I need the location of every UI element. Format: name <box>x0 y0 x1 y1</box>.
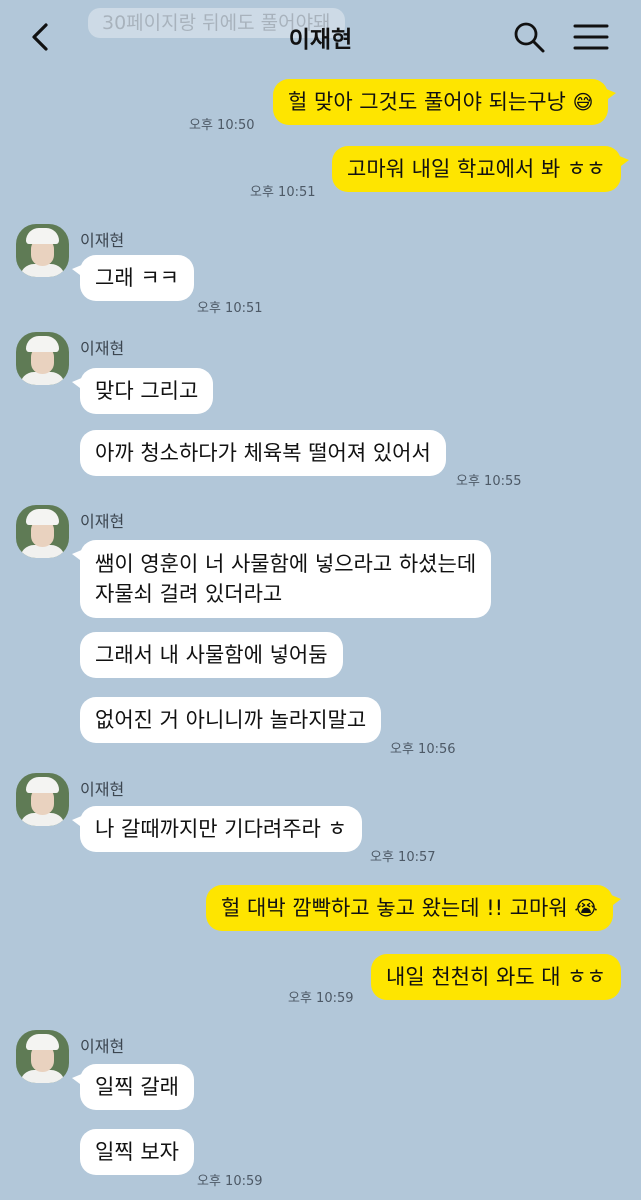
message-text: 고마워 내일 학교에서 봐 ㅎㅎ <box>347 157 606 181</box>
sender-name: 이재현 <box>80 339 125 358</box>
chat-header: 30페이지랑 뒤에도 풀어야돼 이재현 <box>0 0 641 74</box>
other-message-bubble[interactable]: 일찍 갈래 <box>72 1064 194 1110</box>
loudly-crying-emoji: 😭 <box>574 896 598 920</box>
message-text: 헐 맞아 그것도 풀어야 되는구낭 <box>288 90 566 114</box>
search-icon[interactable] <box>512 20 546 54</box>
other-message-bubble[interactable]: 쌤이 영훈이 너 사물함에 넣으라고 하셨는데 자물쇠 걸려 있더라고 <box>71 540 492 618</box>
message-text: 그래 ㅋㅋ <box>95 266 179 290</box>
message-time: 오후 10:59 <box>288 991 354 1006</box>
message-text: 헐 대박 깜빡하고 놓고 왔는데 !! 고마워 <box>221 896 568 920</box>
sender-name: 이재현 <box>80 231 125 250</box>
menu-icon[interactable] <box>572 21 610 53</box>
message-text: 내일 천천히 와도 대 ㅎㅎ <box>386 965 606 989</box>
my-message-bubble[interactable]: 고마워 내일 학교에서 봐 ㅎㅎ <box>332 146 629 192</box>
avatar[interactable] <box>16 224 69 277</box>
message-text: 맞다 그리고 <box>95 379 199 403</box>
message-text-line: 쌤이 영훈이 너 사물함에 넣으라고 하셨는데 <box>95 552 477 576</box>
sweat-smile-emoji: 😅 <box>572 90 594 114</box>
other-message-bubble[interactable]: 그래서 내 사물함에 넣어둠 <box>80 632 343 678</box>
sender-name: 이재현 <box>80 1037 125 1056</box>
other-message-bubble[interactable]: 아까 청소하다가 체육복 떨어져 있어서 <box>80 430 446 476</box>
other-message-bubble[interactable]: 일찍 보자 <box>80 1129 194 1175</box>
message-time: 오후 10:57 <box>370 850 436 865</box>
other-message-bubble[interactable]: 없어진 거 아니니까 놀라지말고 <box>80 697 382 743</box>
message-text: 나 갈때까지만 기다려주라 ㅎ <box>95 817 347 841</box>
other-message-bubble[interactable]: 나 갈때까지만 기다려주라 ㅎ <box>72 806 362 852</box>
message-text: 아까 청소하다가 체육복 떨어져 있어서 <box>95 441 431 465</box>
sender-name: 이재현 <box>80 780 125 799</box>
message-text: 일찍 보자 <box>95 1140 179 1164</box>
other-message-bubble[interactable]: 맞다 그리고 <box>71 368 214 414</box>
my-message-bubble[interactable]: 내일 천천히 와도 대 ㅎㅎ <box>371 954 621 1000</box>
my-message-bubble[interactable]: 헐 대박 깜빡하고 놓고 왔는데 !! 고마워 😭 <box>206 885 621 931</box>
other-message-bubble[interactable]: 그래 ㅋㅋ <box>72 255 194 301</box>
message-text-line: 자물쇠 걸려 있더라고 <box>95 582 283 606</box>
avatar[interactable] <box>16 1030 69 1083</box>
my-message-bubble[interactable]: 헐 맞아 그것도 풀어야 되는구낭 😅 <box>273 79 617 125</box>
message-time: 오후 10:56 <box>390 742 456 757</box>
message-time: 오후 10:51 <box>197 301 263 316</box>
sender-name: 이재현 <box>80 512 125 531</box>
avatar[interactable] <box>16 773 69 826</box>
message-time: 오후 10:59 <box>197 1174 263 1189</box>
avatar[interactable] <box>16 332 69 385</box>
message-text: 일찍 갈래 <box>95 1075 179 1099</box>
message-time: 오후 10:51 <box>250 185 316 200</box>
message-time: 오후 10:55 <box>456 474 522 489</box>
avatar[interactable] <box>16 505 69 558</box>
message-text: 그래서 내 사물함에 넣어둠 <box>95 643 328 667</box>
message-text: 없어진 거 아니니까 놀라지말고 <box>95 708 367 732</box>
message-time: 오후 10:50 <box>189 118 255 133</box>
